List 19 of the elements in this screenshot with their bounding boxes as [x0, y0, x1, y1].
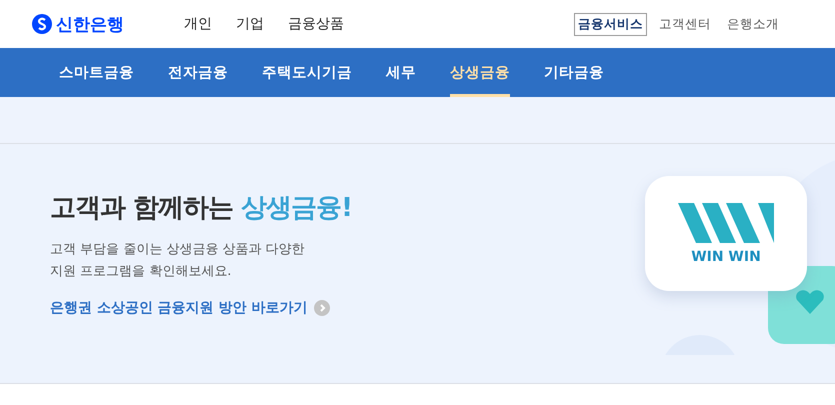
shortcut-link[interactable]: 은행권 소상공인 금융지원 방안 바로가기	[50, 299, 308, 317]
main-menu-item[interactable]: 개인	[184, 15, 212, 33]
logo-text[interactable]: 신한은행	[56, 12, 124, 36]
win-win-text: WIN WIN	[691, 248, 761, 264]
nav-tab[interactable]: 세무	[369, 48, 433, 97]
win-win-logo-icon	[678, 202, 774, 242]
logo-icon	[32, 14, 52, 34]
utility-menu-item[interactable]: 고객센터	[655, 12, 715, 36]
main-menu-item[interactable]: 금융상품	[288, 15, 344, 33]
nav-tab[interactable]: 스마트금융	[42, 48, 151, 97]
main-menu-item[interactable]: 기업	[236, 15, 264, 33]
utility-menu-item[interactable]: 금융서비스	[574, 12, 647, 36]
hero-title: 고객과 함께하는 상생금융!	[50, 192, 352, 225]
utility-menu-item[interactable]: 은행소개	[723, 12, 783, 36]
nav-tab[interactable]: 주택도시기금	[245, 48, 369, 97]
nav-tab[interactable]: 전자금융	[151, 48, 245, 97]
hero-description: 고객 부담을 줄이는 상생금융 상품과 다양한 지원 프로그램을 확인해보세요.	[50, 241, 306, 281]
chevron-icon	[314, 300, 330, 316]
nav-tab[interactable]: 기타금융	[527, 48, 621, 97]
